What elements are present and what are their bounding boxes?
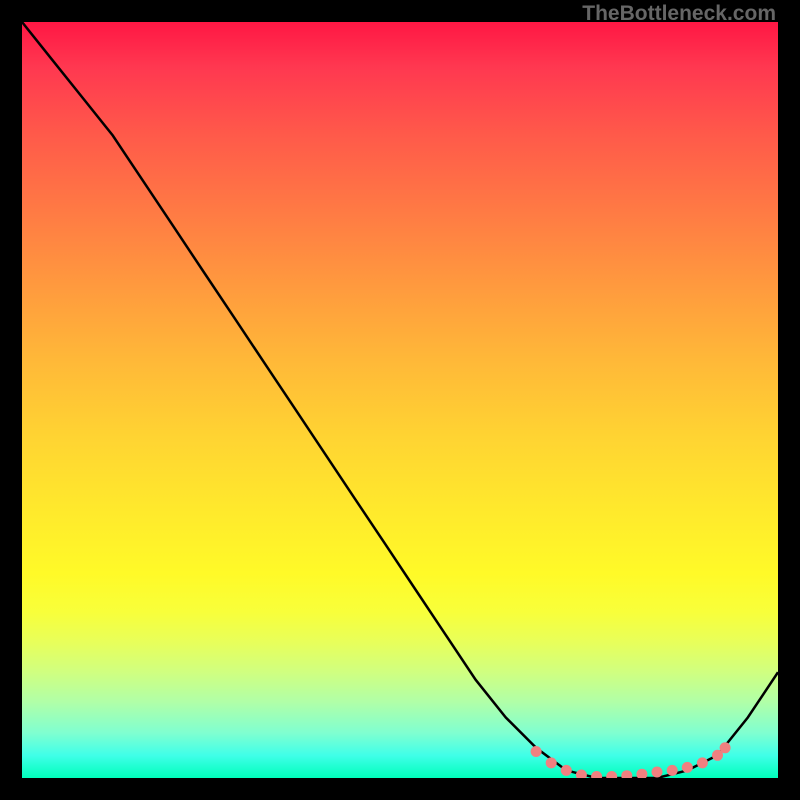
watermark-text: TheBottleneck.com xyxy=(582,2,776,26)
marker-point xyxy=(652,767,663,778)
marker-point xyxy=(667,765,678,776)
marker-point xyxy=(606,771,617,778)
plot-area xyxy=(22,22,778,778)
marker-point xyxy=(621,770,632,778)
marker-point xyxy=(720,742,731,753)
marker-point xyxy=(697,757,708,768)
marker-point xyxy=(576,770,587,779)
marker-point xyxy=(561,765,572,776)
marker-point xyxy=(546,757,557,768)
chart-container: TheBottleneck.com xyxy=(0,0,800,800)
marker-point xyxy=(636,769,647,778)
marker-point xyxy=(531,746,542,757)
marker-point xyxy=(682,762,693,773)
bottleneck-curve xyxy=(22,22,778,778)
flat-region-markers xyxy=(531,742,731,778)
marker-point xyxy=(591,771,602,778)
curve-svg xyxy=(22,22,778,778)
